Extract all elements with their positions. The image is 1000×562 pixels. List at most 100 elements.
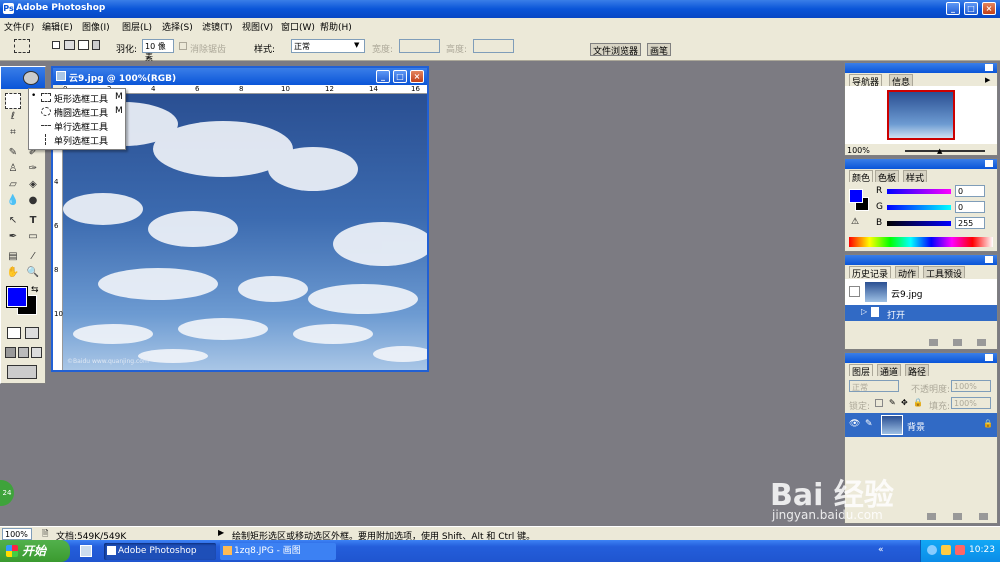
doc-close-button[interactable]: × <box>410 70 424 83</box>
camera-snapshot-icon[interactable] <box>953 339 962 346</box>
jump-to-imageready-icon[interactable] <box>7 365 37 379</box>
menu-filter[interactable]: 滤镜(T) <box>202 20 233 33</box>
screen-mode-full-menu-icon[interactable] <box>18 347 29 358</box>
panel-menu-icon[interactable]: ▶ <box>985 76 990 84</box>
new-layer-icon[interactable] <box>927 513 936 520</box>
layer-mask-icon[interactable] <box>953 513 962 520</box>
tray-expand-icon[interactable]: « <box>878 545 884 555</box>
quickmask-mode-icon[interactable] <box>25 327 39 339</box>
history-brush-icon[interactable]: ✑ <box>25 161 41 177</box>
start-button[interactable]: 开始 <box>0 540 70 562</box>
layer-row[interactable]: 👁 ✎ 背景 🔒 <box>845 413 997 437</box>
menu-layer[interactable]: 图层(L) <box>122 20 152 33</box>
hand-tool-icon[interactable]: ✋ <box>5 265 21 281</box>
pen-tool-icon[interactable]: ✒ <box>5 229 21 245</box>
panel-minimize-icon[interactable] <box>985 354 993 361</box>
navigator-zoom[interactable]: 100% <box>847 146 870 155</box>
flyout-ellipse-marquee[interactable]: 椭圆选框工具 M <box>29 105 125 119</box>
minimize-button[interactable]: _ <box>946 2 960 15</box>
eye-icon[interactable]: 👁 <box>849 419 860 429</box>
crop-tool-icon[interactable]: ⌗ <box>5 125 21 141</box>
close-button[interactable]: × <box>982 2 996 15</box>
menu-help[interactable]: 帮助(H) <box>320 20 352 33</box>
subtract-selection-icon[interactable] <box>78 40 89 50</box>
brush-link-icon[interactable]: ✎ <box>865 419 873 429</box>
shape-tool-icon[interactable]: ▭ <box>25 229 41 245</box>
tab-swatches[interactable]: 色板 <box>875 170 900 184</box>
menu-window[interactable]: 窗口(W) <box>281 20 315 33</box>
tab-brushes[interactable]: 画笔 <box>647 43 672 57</box>
zoom-slider-thumb-icon[interactable]: ▲ <box>937 147 942 155</box>
opacity-input[interactable]: 100% <box>951 380 991 392</box>
paint-bucket-icon[interactable]: ◈ <box>25 177 41 193</box>
width-input[interactable] <box>399 39 440 53</box>
panel-minimize-icon[interactable] <box>985 160 993 167</box>
panel-header[interactable] <box>845 353 997 363</box>
delete-layer-icon[interactable] <box>979 513 988 520</box>
flyout-column-marquee[interactable]: 单列选框工具 <box>29 133 125 147</box>
doc-minimize-button[interactable]: _ <box>376 70 390 83</box>
height-input[interactable] <box>473 39 514 53</box>
status-arrow-icon[interactable]: ▶ <box>218 528 224 537</box>
eyedropper-icon[interactable]: ⁄ <box>25 249 41 265</box>
flyout-rect-marquee[interactable]: • 矩形选框工具 M <box>29 91 125 105</box>
flyout-row-marquee[interactable]: 单行选框工具 <box>29 119 125 133</box>
b-slider[interactable] <box>887 221 951 226</box>
panel-minimize-icon[interactable] <box>985 64 993 71</box>
healing-brush-icon[interactable]: ✎ <box>5 145 21 161</box>
navigator-thumbnail[interactable] <box>887 90 955 140</box>
tab-tool-presets[interactable]: 工具预设 <box>923 266 966 280</box>
marquee-preset-icon[interactable] <box>14 39 30 53</box>
menu-edit[interactable]: 编辑(E) <box>42 20 73 33</box>
type-tool-icon[interactable]: T <box>25 213 41 229</box>
panel-header[interactable] <box>845 255 997 265</box>
path-select-icon[interactable]: ↖ <box>5 213 21 229</box>
tab-navigator[interactable]: 导航器 <box>849 74 883 88</box>
zoom-slider[interactable] <box>905 150 985 152</box>
panel-header[interactable] <box>845 159 997 169</box>
notes-tool-icon[interactable]: ▤ <box>5 249 21 265</box>
swap-colors-icon[interactable]: ⇆ <box>31 285 39 295</box>
tab-color[interactable]: 颜色 <box>849 170 874 184</box>
color-spectrum-bar[interactable] <box>849 237 993 247</box>
b-input[interactable]: 255 <box>955 217 985 229</box>
blur-tool-icon[interactable]: 💧 <box>5 193 21 209</box>
panel-header[interactable] <box>845 63 997 73</box>
panel-minimize-icon[interactable] <box>985 256 993 263</box>
history-brush-source-icon[interactable] <box>849 286 860 297</box>
tab-file-browser[interactable]: 文件浏览器 <box>590 43 642 57</box>
tab-layers[interactable]: 图层 <box>849 364 874 378</box>
lock-all-icon[interactable]: 🔒 <box>913 398 923 407</box>
speed-badge[interactable]: 24 <box>0 480 14 506</box>
add-selection-icon[interactable] <box>64 40 75 50</box>
tab-styles[interactable]: 样式 <box>903 170 928 184</box>
screen-mode-full-icon[interactable] <box>31 347 42 358</box>
tab-info[interactable]: 信息 <box>889 74 914 88</box>
feather-input[interactable]: 10 像素 <box>142 39 174 62</box>
tab-channels[interactable]: 通道 <box>877 364 902 378</box>
lock-pixels-icon[interactable]: ✎ <box>889 398 896 407</box>
dodge-tool-icon[interactable]: ● <box>25 193 41 209</box>
menu-file[interactable]: 文件(F) <box>4 20 34 33</box>
maximize-button[interactable]: □ <box>964 2 978 15</box>
rect-marquee-tool-icon[interactable] <box>5 93 21 109</box>
tab-paths[interactable]: 路径 <box>905 364 930 378</box>
r-input[interactable]: 0 <box>955 185 985 197</box>
show-desktop-icon[interactable] <box>80 545 92 557</box>
eraser-tool-icon[interactable]: ▱ <box>5 177 21 193</box>
antialias-checkbox[interactable] <box>179 42 187 50</box>
menu-view[interactable]: 视图(V) <box>242 20 273 33</box>
color-fg-swatch[interactable] <box>849 189 863 203</box>
history-snapshot-row[interactable]: 云9.jpg <box>845 279 997 305</box>
history-state-row[interactable]: ▷ 打开 <box>845 305 997 321</box>
new-document-from-state-icon[interactable] <box>929 339 938 346</box>
menu-image[interactable]: 图像(I) <box>82 20 110 33</box>
volume-tray-icon[interactable] <box>941 545 951 555</box>
new-selection-icon[interactable] <box>52 41 60 49</box>
clone-stamp-icon[interactable]: ♙ <box>5 161 21 177</box>
standard-mode-icon[interactable] <box>7 327 21 339</box>
zoom-tool-icon[interactable]: 🔍 <box>25 265 41 281</box>
taskbar-task-photoshop[interactable]: Adobe Photoshop <box>104 543 216 560</box>
tab-history[interactable]: 历史记录 <box>849 266 892 280</box>
menu-select[interactable]: 选择(S) <box>162 20 193 33</box>
